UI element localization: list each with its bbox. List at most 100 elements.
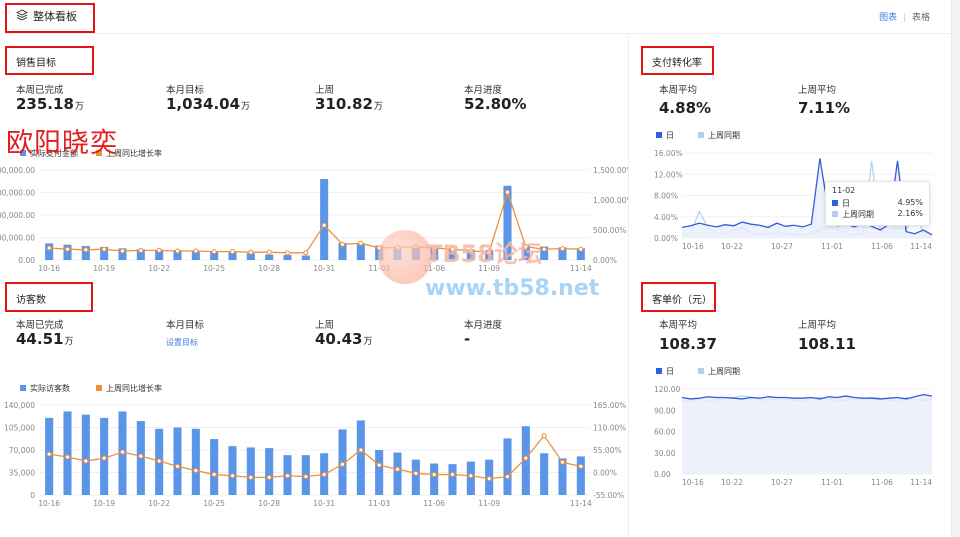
metric-label: 上周平均	[798, 85, 837, 96]
y-tick-label: 0	[30, 491, 35, 500]
y-tick-label: 1,000,000.00	[0, 211, 35, 220]
line-point	[340, 241, 345, 247]
y-tick-label: 120.00	[654, 385, 680, 394]
x-tick-label: 11-14	[570, 264, 592, 273]
y-right-tick-label: 0.00%	[593, 256, 617, 265]
line-point	[138, 247, 144, 253]
y-tick-label: 0.00	[654, 470, 671, 479]
x-tick-label: 10-28	[258, 264, 280, 273]
metric-value: 7.11%	[798, 99, 851, 117]
y-tick-label: 16.00%	[654, 149, 683, 158]
scrollbar[interactable]	[952, 0, 960, 537]
bar	[283, 255, 292, 260]
line-point	[285, 473, 290, 479]
y-tick-label: 0.00%	[654, 234, 678, 243]
line-point	[450, 472, 455, 478]
y-tick-label: 70,000	[9, 446, 35, 455]
legend-label: 上周同比增长率	[106, 383, 162, 393]
watermark-url: www.tb58.net	[425, 276, 600, 301]
highlight-frame	[5, 3, 95, 33]
metric-value: -	[464, 330, 471, 348]
forum-logo-image	[378, 230, 432, 284]
metric-label: 本月目标	[166, 85, 205, 96]
line-point	[101, 455, 107, 461]
watermark-author: 欧阳晓奕	[6, 128, 118, 159]
y-right-tick-label: 110.00%	[593, 424, 626, 433]
bar	[393, 452, 402, 495]
unitprice-section-title: 客单价（元）	[652, 295, 712, 306]
tooltip-date: 11-02	[832, 186, 856, 195]
y-tick-label: 12.00%	[654, 170, 683, 179]
bar	[356, 420, 365, 495]
x-tick-label: 10-16	[682, 242, 704, 251]
y-tick-label: 500,000.00	[0, 234, 35, 243]
bar	[411, 459, 420, 495]
x-tick-label: 11-06	[871, 478, 893, 487]
visitors-section-title: 访客数	[16, 295, 46, 306]
line-point	[175, 248, 180, 254]
bar	[191, 428, 200, 495]
x-tick-label: 10-27	[771, 478, 793, 487]
bar	[320, 179, 329, 260]
line-point	[156, 247, 162, 253]
line-point	[340, 461, 345, 467]
x-tick-label: 10-22	[148, 499, 170, 508]
metric-label: 上周平均	[798, 320, 837, 331]
legend-swatch	[698, 132, 704, 138]
dashboard-panel: 整体看板 图表 | 表格 销售目标 本周已完成 235.18万 本月目标 1,0…	[0, 0, 952, 537]
metric-value: 310.82万	[315, 95, 383, 113]
tab-table[interactable]: 表格	[912, 13, 930, 23]
line-point	[101, 246, 107, 252]
line-point	[248, 474, 254, 480]
y-right-tick-label: 0.00%	[593, 469, 617, 478]
x-tick-label: 10-22	[721, 242, 743, 251]
line-point	[120, 449, 125, 455]
x-tick-label: 11-01	[821, 242, 843, 251]
x-tick-label: 11-06	[423, 499, 445, 508]
y-tick-label: 4.00%	[654, 213, 678, 222]
legend-label: 日	[666, 367, 674, 376]
line-point	[248, 249, 254, 255]
tab-chart[interactable]: 图表	[879, 13, 897, 23]
line-point	[120, 248, 125, 254]
bar	[246, 447, 255, 495]
line-point	[486, 476, 492, 482]
y-tick-label: 0.00	[18, 256, 35, 265]
line-point	[321, 222, 327, 228]
chart-tooltip: 11-02 日 4.95% 上周同期 2.16%	[825, 181, 930, 226]
bar	[448, 464, 457, 495]
metric-label: 本月目标	[166, 320, 205, 331]
line-point	[321, 472, 327, 478]
bar	[576, 456, 585, 495]
x-tick-label: 11-14	[910, 478, 932, 487]
bar	[228, 446, 237, 495]
unitprice-chart: 日 上周同期 0.00 30.00 60.00 90.00 120.00 10-16 10-22…	[654, 367, 932, 487]
legend-label: 实际访客数	[30, 383, 70, 393]
bar	[375, 450, 384, 495]
set-target-link[interactable]: 设置目标	[166, 337, 198, 348]
line-point	[358, 240, 364, 246]
bar	[265, 448, 274, 495]
legend-swatch	[832, 211, 838, 217]
legend-swatch	[698, 368, 704, 374]
y-tick-label: 1,500,000.00	[0, 189, 35, 198]
line-point	[193, 467, 199, 473]
x-tick-label: 11-06	[871, 242, 893, 251]
line-point	[560, 459, 565, 465]
line-point	[266, 474, 272, 480]
header-bar: 整体看板 图表 | 表格	[0, 0, 952, 34]
column-divider	[628, 34, 629, 537]
line-point	[230, 249, 235, 255]
line-point	[266, 249, 272, 255]
bar	[430, 463, 439, 495]
sales-section-title: 销售目标	[16, 58, 56, 69]
x-tick-label: 10-19	[93, 499, 115, 508]
bar	[466, 461, 475, 495]
tooltip-row: 上周同期 2.16%	[832, 209, 923, 220]
y-right-tick-label: 500.00%	[593, 226, 626, 235]
x-tick-label: 10-22	[721, 478, 743, 487]
x-tick-label: 10-25	[203, 499, 225, 508]
visitors-chart: 实际访客数 上周同比增长率 0 35,000 70,000 105,000 140,000 -…	[4, 383, 626, 508]
bar	[356, 244, 365, 260]
line-point	[303, 474, 309, 480]
